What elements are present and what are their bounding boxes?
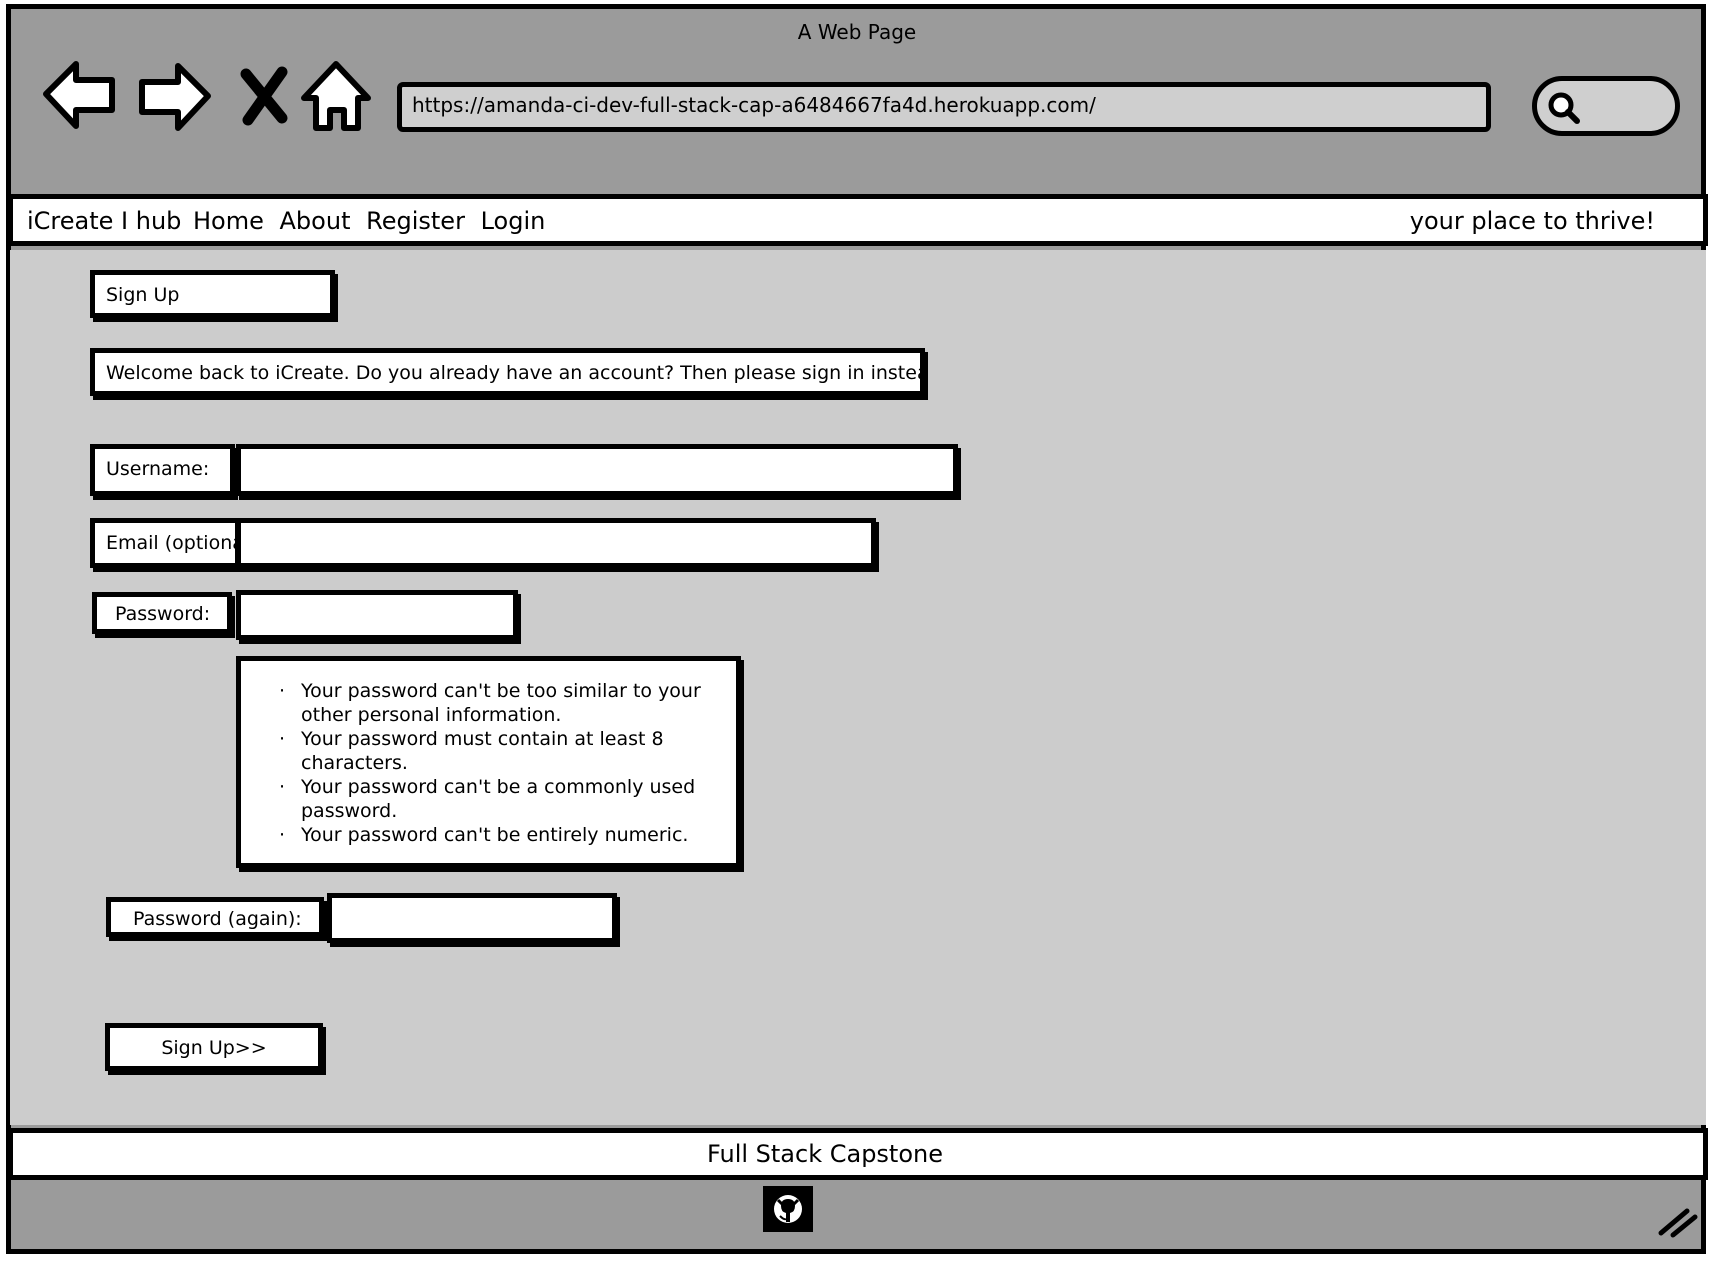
- nav-links: Home About Register Login: [193, 207, 553, 235]
- sign-up-button[interactable]: Sign Up>>: [105, 1023, 323, 1071]
- email-input[interactable]: [236, 518, 876, 568]
- password-again-field[interactable]: [332, 898, 616, 940]
- password-rule: Your password must contain at least 8 ch…: [279, 727, 716, 775]
- back-arrow-icon[interactable]: [40, 58, 120, 134]
- site-navbar: iCreate I hub Home About Register Login …: [8, 194, 1708, 246]
- footer-text: Full Stack Capstone: [706, 1140, 943, 1168]
- password-help: Your password can't be too similar to yo…: [236, 656, 741, 868]
- site-tagline: your place to thrive!: [1409, 207, 1655, 235]
- username-label: Username:: [90, 444, 235, 496]
- page-heading: Sign Up: [90, 270, 335, 318]
- email-label: Email (optional):: [90, 518, 240, 568]
- window-title: A Web Page: [797, 20, 917, 44]
- nav-link-home[interactable]: Home: [193, 207, 264, 235]
- address-bar-url: https://amanda-ci-dev-full-stack-cap-a64…: [412, 93, 1096, 117]
- password-label: Password:: [92, 592, 232, 634]
- password-rule: Your password can't be entirely numeric.: [279, 823, 716, 847]
- password-again-input[interactable]: [327, 893, 617, 943]
- nav-link-register[interactable]: Register: [366, 207, 465, 235]
- welcome-message: Welcome back to iCreate. Do you already …: [90, 348, 925, 396]
- stop-x-icon[interactable]: [226, 58, 306, 134]
- resize-handle-icon[interactable]: [1655, 1203, 1699, 1239]
- password-field[interactable]: [241, 595, 517, 637]
- password-rule: Your password can't be too similar to yo…: [279, 679, 716, 727]
- nav-link-about[interactable]: About: [280, 207, 351, 235]
- home-icon[interactable]: [296, 58, 376, 134]
- username-field[interactable]: [241, 449, 957, 493]
- password-input[interactable]: [236, 590, 518, 640]
- forward-arrow-icon[interactable]: [134, 58, 214, 134]
- password-rule: Your password can't be a commonly used p…: [279, 775, 716, 823]
- github-icon[interactable]: [763, 1186, 813, 1232]
- address-bar[interactable]: https://amanda-ci-dev-full-stack-cap-a64…: [397, 82, 1491, 132]
- password-rules-list: Your password can't be too similar to yo…: [279, 679, 716, 847]
- nav-link-login[interactable]: Login: [481, 207, 546, 235]
- password-again-label: Password (again):: [106, 897, 324, 937]
- browser-search-box[interactable]: [1532, 76, 1680, 136]
- site-footer: Full Stack Capstone: [8, 1128, 1708, 1180]
- username-input[interactable]: [236, 444, 958, 496]
- search-icon: [1548, 92, 1580, 124]
- brand-logo-text[interactable]: iCreate I hub: [27, 207, 181, 235]
- email-field[interactable]: [241, 523, 875, 565]
